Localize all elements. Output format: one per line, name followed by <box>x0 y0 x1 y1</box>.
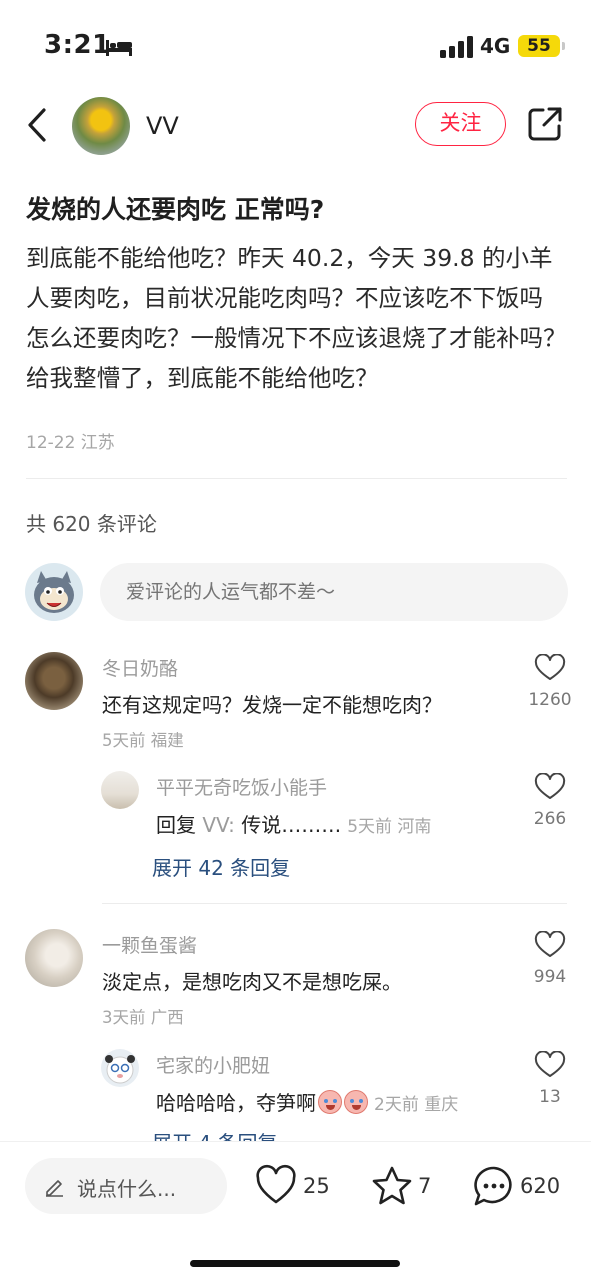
reply-to-name: VV: <box>202 813 235 837</box>
comment-text[interactable]: 还有这规定吗？发烧一定不能想吃肉？ <box>102 689 442 718</box>
crying-emoji-icon <box>344 1090 368 1114</box>
heart-icon[interactable] <box>528 773 572 801</box>
comment-icon[interactable] <box>472 1164 516 1208</box>
post-title: 发烧的人还要肉吃 正常吗? <box>26 195 325 224</box>
commenter-name[interactable]: 冬日奶酪 <box>102 654 178 681</box>
post-body: 到底能不能给他吃？昨天 40.2，今天 39.8 的小羊人要肉吃，目前状况能吃肉… <box>26 244 567 392</box>
reply-name[interactable]: 宅家的小肥妞 <box>156 1051 270 1078</box>
battery-icon: 55 <box>518 35 565 57</box>
author-name[interactable]: VV <box>146 112 179 140</box>
home-indicator[interactable] <box>190 1260 400 1267</box>
commenter-avatar[interactable] <box>25 929 83 987</box>
heart-icon[interactable] <box>528 1051 572 1079</box>
reply-content: 哈哈哈哈，夺笋啊 <box>156 1091 316 1115</box>
comment-count: 共 620 条评论 <box>26 512 157 536</box>
share-icon[interactable] <box>527 106 563 142</box>
collect-total: 7 <box>418 1174 432 1198</box>
comment-total: 620 <box>520 1174 561 1198</box>
network-type: 4G <box>480 34 511 58</box>
say-something-input[interactable]: 说点什么... <box>25 1158 227 1214</box>
like-count: 13 <box>539 1087 561 1107</box>
commenter-name[interactable]: 一颗鱼蛋酱 <box>102 931 197 958</box>
back-icon[interactable] <box>24 106 54 144</box>
signal-icon <box>440 36 473 58</box>
like-count: 994 <box>533 967 567 987</box>
reply-avatar[interactable] <box>101 1049 139 1087</box>
divider <box>102 903 567 904</box>
like-count: 266 <box>533 809 567 829</box>
comment-meta: 3天前 广西 <box>102 1008 184 1027</box>
like-total: 25 <box>303 1174 330 1198</box>
status-time: 3:21 <box>44 30 111 60</box>
say-something-label: 说点什么... <box>77 1177 177 1201</box>
heart-icon[interactable] <box>255 1164 297 1208</box>
comment-text[interactable]: 淡定点，是想吃肉又不是想吃屎。 <box>102 966 402 995</box>
expand-replies-link[interactable]: 展开 42 条回复 <box>152 852 290 881</box>
reply-text[interactable]: 哈哈哈哈，夺笋啊 2天前 重庆 <box>156 1087 458 1116</box>
reply-text[interactable]: 回复 VV: 传说……… 5天前 河南 <box>156 809 431 838</box>
like-count: 1260 <box>528 690 572 710</box>
comment-meta: 5天前 福建 <box>102 731 184 750</box>
reply-meta: 5天前 河南 <box>347 817 432 837</box>
bottom-action-bar: 说点什么... 25 7 620 <box>0 1141 591 1280</box>
divider <box>26 478 567 479</box>
reply-name[interactable]: 平平无奇吃饭小能手 <box>156 773 327 800</box>
heart-icon[interactable] <box>528 654 572 682</box>
my-avatar <box>25 563 83 621</box>
heart-icon[interactable] <box>528 931 572 959</box>
follow-button[interactable]: 关注 <box>415 102 506 146</box>
comment-input[interactable] <box>100 563 568 621</box>
post-meta: 12-22 江苏 <box>26 433 115 453</box>
reply-prefix: 回复 <box>156 813 203 837</box>
reply-content: 传说……… <box>234 813 342 837</box>
reply-meta: 2天前 重庆 <box>374 1095 459 1115</box>
reply-avatar[interactable] <box>101 771 139 809</box>
crying-emoji-icon <box>318 1090 342 1114</box>
star-icon[interactable] <box>370 1164 414 1208</box>
author-avatar[interactable] <box>72 97 130 155</box>
status-bar: 3:21 4G 55 <box>0 0 591 90</box>
commenter-avatar[interactable] <box>25 652 83 710</box>
pencil-icon <box>46 1180 63 1197</box>
bed-icon <box>106 40 132 56</box>
